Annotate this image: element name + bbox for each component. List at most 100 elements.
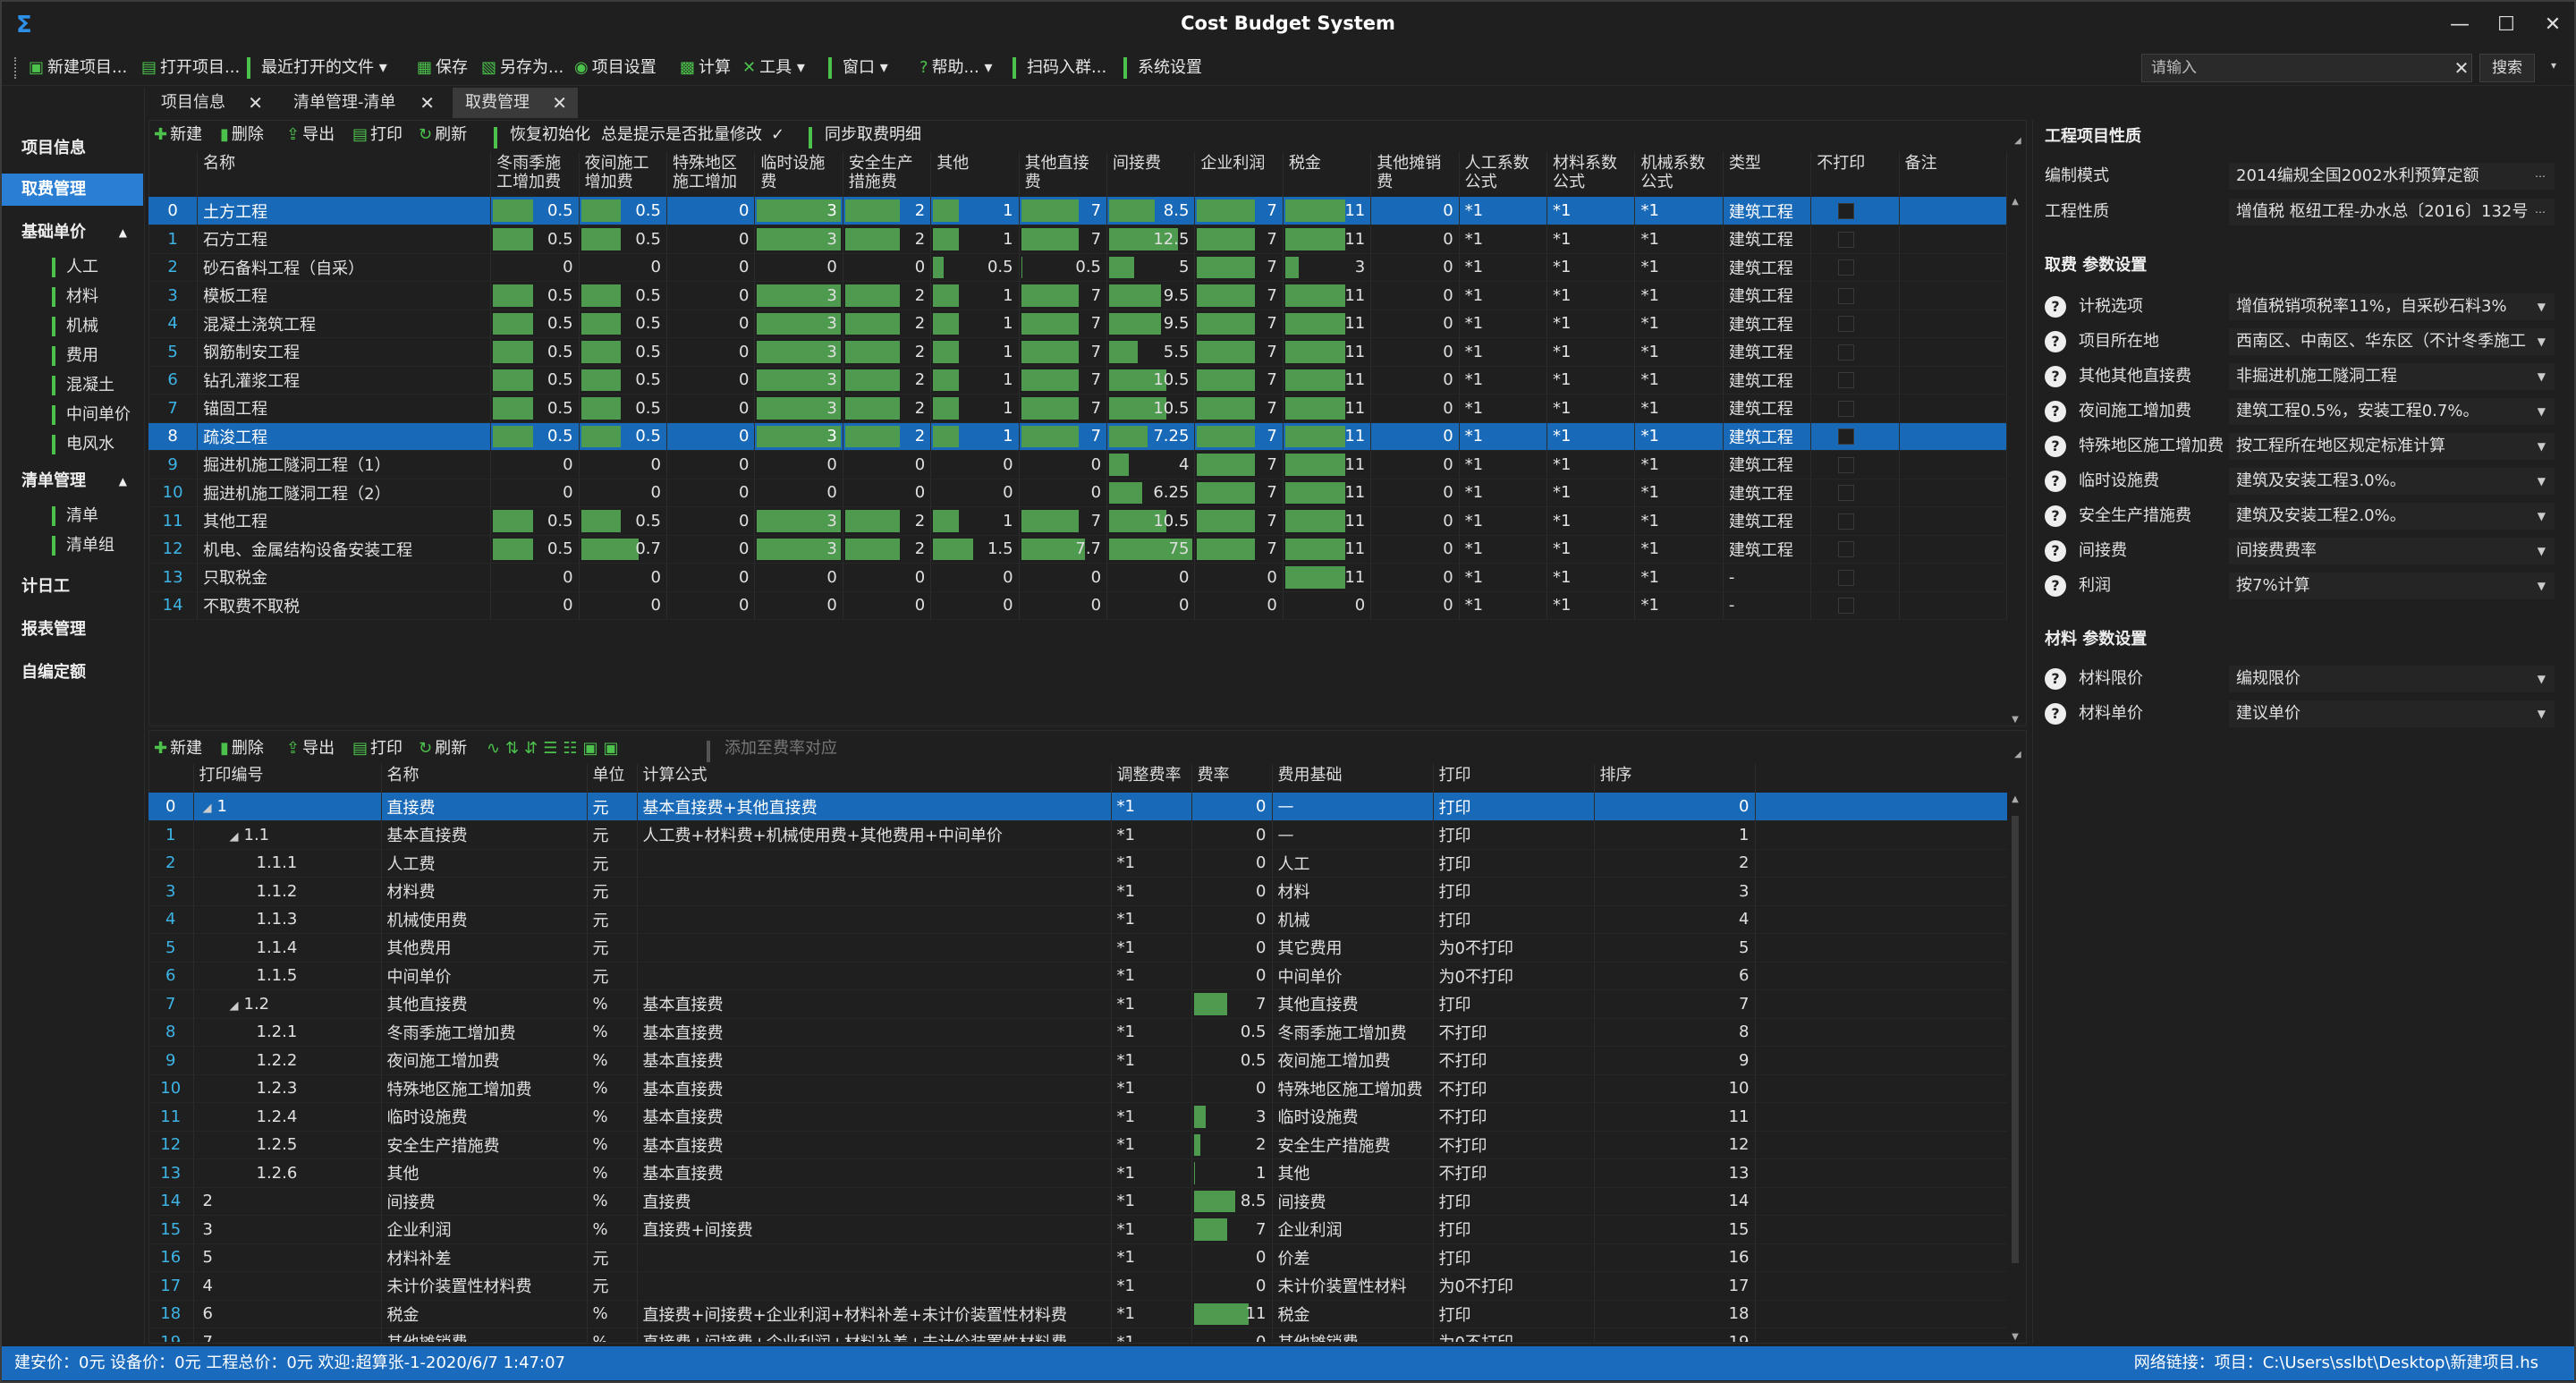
table-cell[interactable]: *1 (1459, 591, 1548, 620)
table-cell[interactable]: 税金 (381, 1300, 588, 1328)
table-cell[interactable]: *1 (1111, 1074, 1192, 1103)
table-row[interactable]: 6 钻孔灌浆工程 0.5 0.5 0 3 2 1 7 10.5 7 11 0 *1 *1 *1 建筑工程 (148, 366, 2008, 395)
table-cell[interactable]: 基本直接费 (637, 1074, 1112, 1103)
fee-param-row-6[interactable]: ? 安全生产措施费 建筑及安装工程2.0%。 ▼ (2045, 501, 2555, 531)
table-cell[interactable]: 8 (148, 1018, 194, 1047)
table-cell[interactable]: 基本直接费+其他直接费 (637, 793, 1112, 821)
compile-mode-field[interactable]: 2014编规全国2002水利预算定额 ⋯ (2229, 163, 2555, 190)
column-header[interactable]: 排序 (1594, 764, 1756, 793)
table-cell[interactable]: 0 (1191, 793, 1273, 821)
table-cell[interactable]: *1 (1546, 479, 1636, 507)
table-cell[interactable]: 0 (666, 281, 756, 310)
table-cell[interactable]: 2 (1191, 1131, 1273, 1159)
column-header[interactable]: 打印 (1433, 764, 1595, 793)
table-cell[interactable]: 0 (1370, 422, 1460, 451)
table-row[interactable]: 3 模板工程 0.5 0.5 0 3 2 1 7 9.5 7 11 0 *1 *1 *1 建筑工程 (148, 281, 2008, 310)
table-cell[interactable]: 5 (148, 933, 194, 963)
table-cell[interactable]: *1 (1459, 197, 1548, 225)
table-cell[interactable]: 10 (1594, 1074, 1756, 1103)
no-print-checkbox[interactable] (1838, 456, 1855, 473)
table-cell[interactable]: 1 (930, 506, 1020, 536)
table-cell[interactable]: 7 (1194, 225, 1284, 254)
remark-cell[interactable] (1899, 310, 2008, 338)
table-cell[interactable]: 2 (148, 253, 199, 282)
table-cell[interactable]: 2 (843, 506, 932, 536)
no-print-cell[interactable] (1810, 479, 1900, 507)
table-cell[interactable]: 13 (148, 563, 199, 592)
table-cell[interactable]: 7 (193, 1328, 382, 1342)
table-cell[interactable]: 1.2.1 (193, 1018, 382, 1047)
table-cell[interactable]: 0.5 (490, 310, 580, 338)
toolbar-overflow-icon[interactable]: ▾ (2551, 59, 2556, 72)
table-cell[interactable]: 0 (490, 591, 580, 620)
tab-bill-list[interactable]: 清单管理-清单 ✕ (281, 88, 445, 118)
table-cell[interactable]: 税金 (1272, 1300, 1434, 1328)
no-print-checkbox[interactable] (1838, 485, 1855, 502)
table-cell[interactable]: 掘进机施工隧洞工程（2） (197, 479, 492, 507)
table-cell[interactable]: *1 (1111, 877, 1192, 906)
table-cell[interactable]: 0 (1191, 1328, 1273, 1342)
table-cell[interactable]: *1 (1459, 310, 1548, 338)
tree-expand-icon[interactable]: ◢ (230, 999, 239, 1013)
table-cell[interactable]: 1 (930, 225, 1020, 254)
table-cell[interactable]: 钢筋制安工程 (197, 337, 492, 367)
no-print-checkbox[interactable] (1838, 513, 1855, 530)
table-cell[interactable]: *1 (1634, 310, 1724, 338)
table-cell[interactable]: *1 (1111, 962, 1192, 990)
table-cell[interactable]: 14 (148, 591, 199, 620)
table-cell[interactable]: 0 (754, 563, 843, 592)
table-cell[interactable]: 人工费 (381, 849, 588, 878)
table-cell[interactable]: 基本直接费 (637, 1018, 1112, 1047)
table-cell[interactable]: *1 (1111, 1243, 1192, 1272)
column-header[interactable]: 不打印 (1810, 152, 1900, 197)
table-cell[interactable]: *1 (1111, 905, 1192, 934)
close-tab-icon[interactable]: ✕ (552, 88, 567, 118)
table-row[interactable]: 0 土方工程 0.5 0.5 0 3 2 1 7 8.5 7 11 0 *1 *1 *1 建筑工程 (148, 197, 2008, 225)
table-cell[interactable]: 11 (1594, 1102, 1756, 1132)
table-cell[interactable]: 0.5 (490, 281, 580, 310)
help-icon[interactable]: ? (2045, 505, 2066, 527)
column-header[interactable]: 临时设施费 (754, 152, 843, 197)
table-cell[interactable]: *1 (1634, 479, 1724, 507)
table-cell[interactable]: 建筑工程 (1723, 310, 1812, 338)
table-cell[interactable]: 特殊地区施工增加费 (1272, 1074, 1434, 1103)
table-cell[interactable]: 材料补差 (381, 1243, 588, 1272)
table-cell[interactable]: 0 (1191, 933, 1273, 963)
table-row[interactable]: 8 1.2.1 冬雨季施工增加费% 基本直接费 *1 0.5 冬雨季施工增加费 不打印 8 (148, 1018, 2007, 1047)
table-cell[interactable]: 0 (1370, 394, 1460, 423)
fee-param-row-1[interactable]: ? 项目所在地 西南区、中南区、华东区（不计冬季施工 ▼ (2045, 327, 2555, 357)
table-cell[interactable]: 打印 (1433, 1300, 1595, 1328)
table-cell[interactable]: 元 (587, 849, 638, 878)
table-cell[interactable]: 0 (666, 450, 756, 479)
table-row[interactable]: 7 ◢ 1.2 其他直接费% 基本直接费 *1 7 其他直接费 打印 7 (148, 989, 2007, 1019)
table-cell[interactable]: 打印 (1433, 1215, 1595, 1244)
table-cell[interactable]: 0 (1106, 591, 1196, 620)
table-cell[interactable]: *1 (1634, 281, 1724, 310)
table-cell[interactable]: 7 (1019, 310, 1108, 338)
table-cell[interactable]: *1 (1459, 225, 1548, 254)
table-row[interactable]: 6 1.1.5 中间单价 元 *1 0 中间单价 为0不打印 6 (148, 962, 2007, 990)
table-cell[interactable]: 元 (587, 905, 638, 934)
no-print-checkbox[interactable] (1838, 541, 1855, 558)
table-cell[interactable]: 0.5 (490, 535, 580, 564)
project-nature-row[interactable]: 工程性质 增值税 枢纽工程-办水总〔2016〕132号 ⋯ (2045, 197, 2555, 227)
table-cell[interactable]: 6 (193, 1300, 382, 1328)
table-cell[interactable]: 9 (1594, 1046, 1756, 1075)
table-cell[interactable]: 17 (148, 1271, 194, 1301)
table-cell[interactable]: 5 (148, 337, 199, 367)
table-cell[interactable]: 0 (490, 450, 580, 479)
no-print-cell[interactable] (1810, 535, 1900, 564)
table-cell[interactable]: 建筑工程 (1723, 253, 1812, 282)
table-cell[interactable]: 1.1.5 (193, 962, 382, 990)
table-cell[interactable]: 0 (666, 337, 756, 367)
table-cell[interactable]: 2 (843, 366, 932, 395)
table-cell[interactable]: *1 (1111, 1187, 1192, 1216)
table-cell[interactable]: 1 (930, 310, 1020, 338)
fee-param-row-5[interactable]: ? 临时设施费 建筑及安装工程3.0%。 ▼ (2045, 466, 2555, 496)
table-cell[interactable]: 元 (587, 1271, 638, 1301)
sidebar-item-basic-2[interactable]: 机械 (52, 313, 98, 340)
table-row[interactable]: 4 1.1.3 机械使用费 元 *1 0 机械 打印 4 (148, 905, 2007, 934)
table-row[interactable]: 15 3 企业利润% 直接费+间接费 *1 7 企业利润 打印 15 (148, 1215, 2007, 1244)
no-print-cell[interactable] (1810, 563, 1900, 592)
table-cell[interactable]: 2 (843, 281, 932, 310)
